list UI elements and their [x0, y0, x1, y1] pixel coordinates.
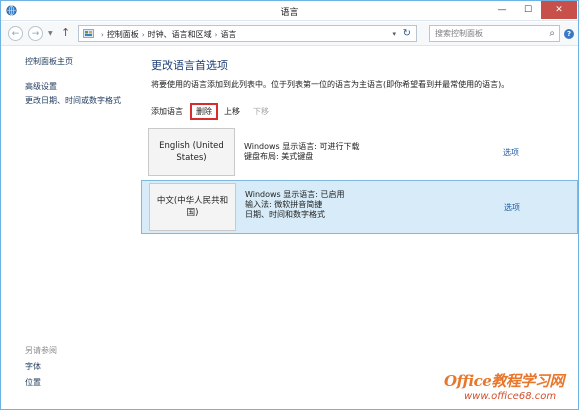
close-button[interactable]: ✕ [541, 1, 577, 19]
watermark-url: www.office68.com [464, 391, 557, 402]
location-link[interactable]: 位置 [25, 377, 41, 388]
language-row-chinese[interactable]: 中文(中华人民共和国) Windows 显示语言: 已启用 输入法: 微软拼音简… [141, 180, 578, 234]
watermark-brand: Office教程学习网 [444, 372, 564, 390]
maximize-icon: ☐ [523, 5, 533, 15]
page-description: 将要使用的语言添加到此列表中。位于列表第一位的语言为主语言(即你希望看到并最常使… [151, 80, 510, 89]
language-tile[interactable]: English (United States) [148, 128, 235, 176]
left-pane: 控制面板主页 高级设置 更改日期、时间或数字格式 另请参阅 字体 位置 [1, 47, 141, 409]
search-input[interactable] [430, 26, 540, 41]
help-icon[interactable]: ? [564, 29, 574, 39]
breadcrumb-language[interactable]: 语言 [220, 29, 236, 40]
chevron-right-icon[interactable]: › [142, 31, 145, 39]
breadcrumb-control-panel[interactable]: 控制面板 [107, 29, 139, 40]
chevron-down-icon[interactable]: ▼ [48, 30, 53, 37]
address-dropdown-icon[interactable]: ▾ [392, 30, 396, 38]
forward-arrow-icon: → [31, 28, 40, 39]
up-arrow-icon[interactable]: ↑ [61, 26, 70, 39]
advanced-settings-link[interactable]: 高级设置 [25, 81, 57, 92]
breadcrumb: › 控制面板 › 时钟、语言和区域 › 语言 [98, 29, 236, 40]
forward-button[interactable]: → [28, 26, 43, 41]
change-date-time-format-link[interactable]: 更改日期、时间或数字格式 [25, 95, 121, 106]
control-panel-icon [83, 29, 94, 38]
address-bar[interactable]: › 控制面板 › 时钟、语言和区域 › 语言 ▾ ↻ [78, 25, 417, 42]
language-row-english[interactable]: English (United States) Windows 显示语言: 可进… [141, 125, 578, 179]
chevron-right-icon: › [101, 30, 104, 39]
close-icon: ✕ [555, 5, 563, 15]
maximize-button[interactable]: ☐ [515, 1, 541, 19]
see-also-heading: 另请参阅 [25, 346, 57, 355]
minimize-icon: — [497, 5, 507, 15]
title-bar: 语言 — ☐ ✕ [1, 1, 578, 21]
options-link[interactable]: 选项 [503, 147, 519, 158]
refresh-icon[interactable]: ↻ [403, 28, 411, 39]
move-down-button[interactable]: 下移 [250, 105, 272, 118]
search-box[interactable]: ⌕ [429, 25, 560, 42]
language-tile[interactable]: 中文(中华人民共和国) [149, 183, 236, 231]
breadcrumb-clock-language-region[interactable]: 时钟、语言和区域 [148, 29, 212, 40]
page-title: 更改语言首选项 [151, 59, 228, 72]
keyboard-layout: 键盘布局: 美式键盘 [244, 152, 314, 161]
control-panel-home-link[interactable]: 控制面板主页 [25, 56, 73, 67]
display-language-status: Windows 显示语言: 已启用 [245, 190, 345, 199]
watermark-logo: Office教程学习网 www.office68.com [442, 370, 578, 410]
date-time-number-format: 日期、时间和数字格式 [245, 210, 325, 219]
fonts-link[interactable]: 字体 [25, 361, 41, 372]
language-details: Windows 显示语言: 已启用 输入法: 微软拼音简捷 日期、时间和数字格式 [245, 190, 345, 220]
add-language-button[interactable]: 添加语言 [148, 105, 186, 118]
options-link[interactable]: 选项 [504, 202, 520, 213]
minimize-button[interactable]: — [489, 1, 515, 19]
input-method: 输入法: 微软拼音简捷 [245, 200, 323, 209]
language-window: 语言 — ☐ ✕ ← → ▼ ↑ › 控制面板 › 时钟、语言和区域 › 语言 [0, 0, 579, 410]
language-toolbar: 添加语言 删除 上移 下移 [141, 103, 578, 121]
chevron-right-icon[interactable]: › [215, 31, 218, 39]
navigation-bar: ← → ▼ ↑ › 控制面板 › 时钟、语言和区域 › 语言 ▾ ↻ 搜索控制面… [1, 22, 578, 46]
back-arrow-icon: ← [11, 28, 20, 39]
display-language-status: Windows 显示语言: 可进行下载 [244, 142, 360, 151]
main-pane: 更改语言首选项 将要使用的语言添加到此列表中。位于列表第一位的语言为主语言(即你… [141, 47, 578, 409]
remove-language-button[interactable]: 删除 [190, 103, 218, 120]
back-button[interactable]: ← [8, 26, 23, 41]
move-up-button[interactable]: 上移 [221, 105, 243, 118]
language-details: Windows 显示语言: 可进行下载 键盘布局: 美式键盘 [244, 142, 360, 162]
search-icon[interactable]: ⌕ [549, 28, 555, 39]
